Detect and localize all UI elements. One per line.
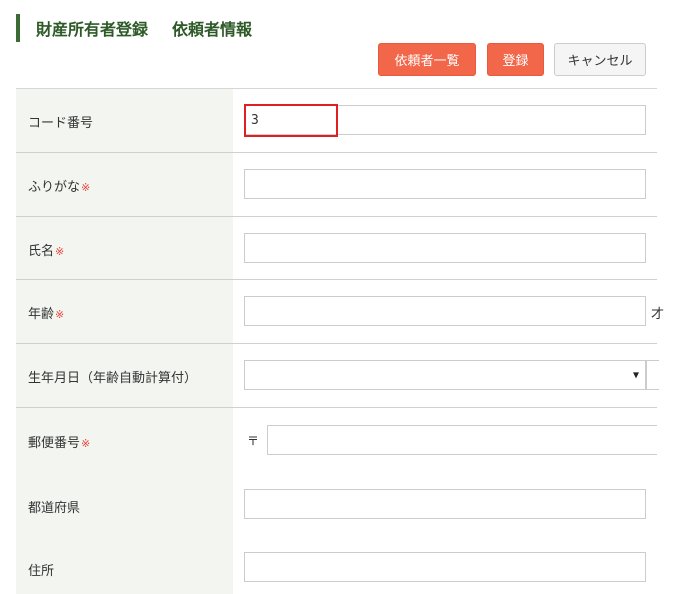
prefecture-input[interactable] <box>244 489 646 519</box>
row-divider <box>16 343 657 344</box>
required-mark: ※ <box>81 437 91 450</box>
page-title-sub: 依頼者情報 <box>172 20 253 39</box>
birthdate-extra-select[interactable] <box>646 360 659 390</box>
name-input[interactable] <box>244 233 646 263</box>
age-label-text: 年齢 <box>28 307 55 322</box>
row-divider <box>16 279 657 280</box>
label-column <box>16 89 233 594</box>
address-label: 住所 <box>28 560 54 579</box>
birthdate-select[interactable]: ▼ <box>244 360 646 390</box>
client-list-button[interactable]: 依頼者一覧 <box>378 43 476 76</box>
age-label: 年齢※ <box>28 303 64 322</box>
age-unit: 才 <box>651 307 665 322</box>
row-divider <box>16 407 657 408</box>
page-title: 財産所有者登録 依頼者情報 <box>16 14 276 42</box>
required-mark: ※ <box>55 308 65 321</box>
age-input[interactable] <box>244 296 646 326</box>
required-mark: ※ <box>55 245 65 258</box>
address-label-text: 住所 <box>28 564 55 579</box>
prefecture-label: 都道府県 <box>28 497 80 516</box>
furigana-input[interactable] <box>244 169 646 199</box>
address-input[interactable] <box>244 552 646 582</box>
postal-mark-icon: 〒 <box>247 434 260 448</box>
name-label: 氏名※ <box>28 240 64 259</box>
cancel-button[interactable]: キャンセル <box>554 43 646 76</box>
code-label-text: コード番号 <box>28 116 94 131</box>
register-button[interactable]: 登録 <box>487 43 544 76</box>
furigana-label-text: ふりがな <box>28 180 81 195</box>
dropdown-arrow-icon: ▼ <box>632 370 639 381</box>
postal-label-text: 郵便番号 <box>28 436 81 451</box>
code-label: コード番号 <box>28 112 93 131</box>
focus-highlight <box>244 104 338 137</box>
furigana-label: ふりがな※ <box>28 176 90 195</box>
required-mark: ※ <box>81 181 91 194</box>
birthdate-label-text: 生年月日（年齢自動計算付） <box>28 371 198 386</box>
birthdate-label: 生年月日（年齢自動計算付） <box>28 367 197 386</box>
row-divider <box>16 152 657 153</box>
row-divider <box>16 216 657 217</box>
postal-label: 郵便番号※ <box>28 432 90 451</box>
page-title-main: 財産所有者登録 <box>36 20 149 39</box>
prefecture-label-text: 都道府県 <box>28 501 81 516</box>
postal-code-input[interactable] <box>267 425 657 455</box>
name-label-text: 氏名 <box>28 244 55 259</box>
